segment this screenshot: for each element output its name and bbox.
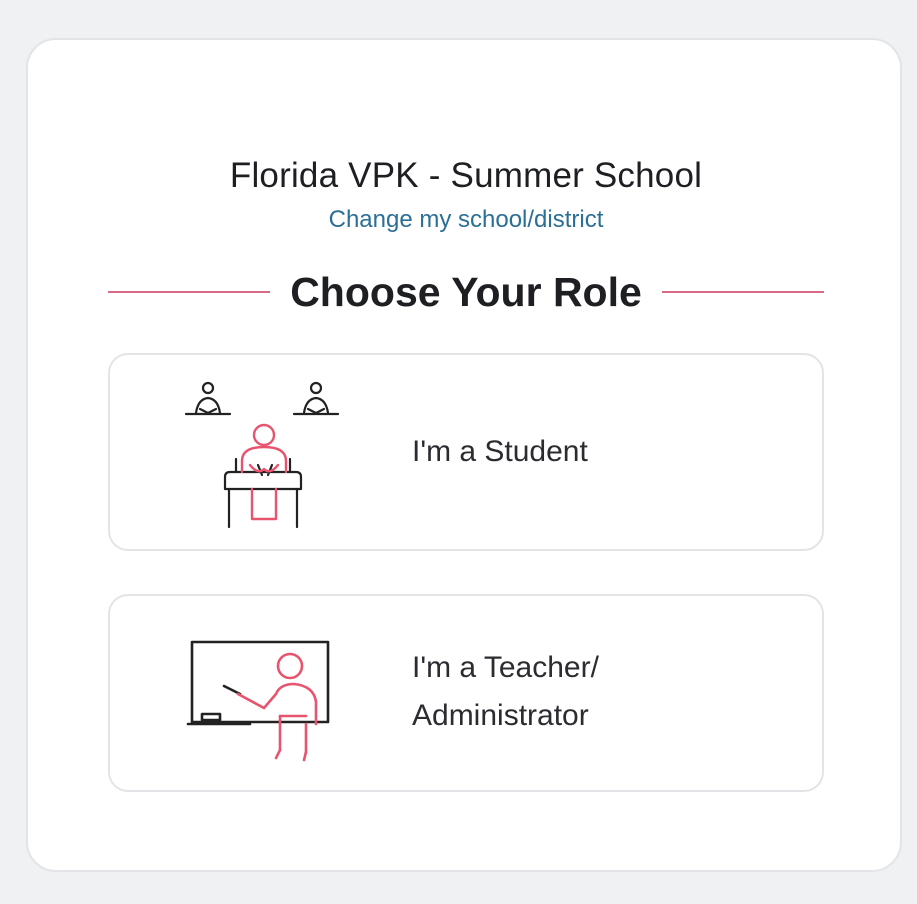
role-heading-row: Choose Your Role <box>108 262 824 322</box>
heading-divider-left <box>108 291 271 293</box>
school-name: Florida VPK - Summer School <box>229 156 703 195</box>
role-heading: Choose Your Role <box>290 268 642 315</box>
student-role-button[interactable]: I'm a Student <box>108 353 824 551</box>
student-desk-icon <box>184 381 340 529</box>
heading-divider-right <box>661 291 824 293</box>
teacher-role-button[interactable]: I'm a Teacher/ Administrator <box>108 594 824 792</box>
page: Florida VPK - Summer School Change my sc… <box>0 0 917 904</box>
student-role-label: I'm a Student <box>412 435 588 468</box>
role-selection-card: Florida VPK - Summer School Change my sc… <box>26 38 902 872</box>
teacher-role-label: I'm a Teacher/ Administrator <box>412 651 599 732</box>
change-school-link[interactable]: Change my school/district <box>28 206 904 234</box>
teacher-whiteboard-icon <box>186 640 330 762</box>
